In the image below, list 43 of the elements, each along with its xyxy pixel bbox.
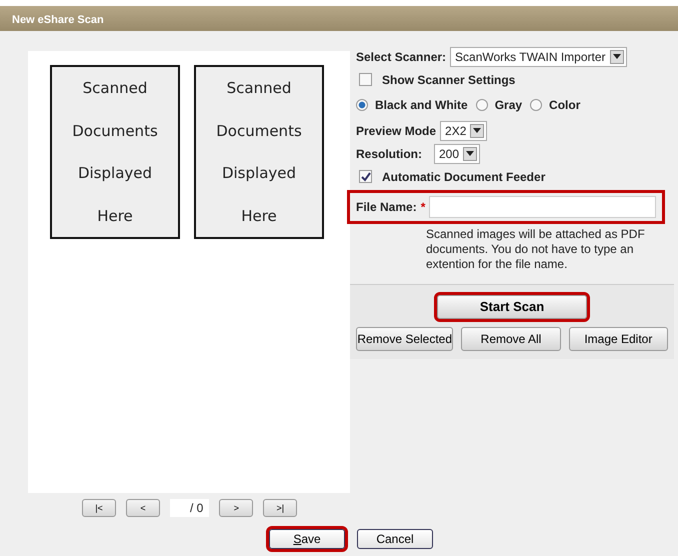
cancel-button[interactable]: Cancel bbox=[357, 529, 433, 549]
start-scan-button[interactable]: Start Scan bbox=[437, 295, 587, 319]
save-button[interactable]: Save bbox=[269, 529, 345, 549]
placeholder-text: Scanned bbox=[226, 78, 292, 99]
placeholder-text: Displayed bbox=[78, 163, 152, 184]
last-page-button[interactable]: >| bbox=[263, 499, 298, 517]
previous-page-button[interactable]: < bbox=[126, 499, 160, 517]
remove-selected-button[interactable]: Remove Selected bbox=[356, 327, 454, 351]
radio-label: Gray bbox=[494, 97, 522, 114]
window-title: New eShare Scan bbox=[0, 6, 678, 31]
first-page-button[interactable]: |< bbox=[82, 499, 116, 517]
radio-button[interactable] bbox=[530, 99, 542, 111]
radio-label: Color bbox=[549, 97, 580, 114]
preview-mode-select[interactable]: 2X2 bbox=[440, 120, 488, 140]
field-label: Resolution: bbox=[356, 146, 423, 162]
checkbox-label: Automatic Document Feeder bbox=[382, 168, 546, 186]
image-editor-button[interactable]: Image Editor bbox=[568, 327, 668, 351]
radio-button[interactable] bbox=[356, 99, 368, 111]
hint-text: Scanned images will be attached as PDF documents. You do not have to type an extention for the file name. bbox=[425, 226, 646, 272]
dropdown-icon bbox=[463, 146, 478, 160]
resolution-select[interactable]: 200 bbox=[434, 144, 480, 164]
remove-all-button[interactable]: Remove All bbox=[461, 327, 561, 351]
placeholder-text: Scanned bbox=[82, 78, 148, 99]
file-name-field[interactable] bbox=[429, 196, 656, 218]
next-page-button[interactable]: > bbox=[219, 499, 254, 517]
field-label: Select Scanner: bbox=[356, 48, 446, 66]
checkbox[interactable] bbox=[359, 73, 372, 86]
dropdown-icon bbox=[470, 124, 484, 138]
page-total: / 0 bbox=[188, 499, 210, 517]
checkbox[interactable] bbox=[359, 170, 372, 183]
checkbox-label: Show Scanner Settings bbox=[382, 72, 516, 88]
field-label: Preview Mode bbox=[356, 122, 436, 140]
scanner-select[interactable]: ScanWorks TWAIN Importer bbox=[450, 46, 627, 66]
radio-label: Black and White bbox=[375, 97, 468, 114]
required-mark: * bbox=[420, 199, 426, 216]
placeholder-text: Here bbox=[97, 206, 133, 226]
placeholder-text: Here bbox=[241, 206, 277, 226]
field-label: File Name: bbox=[356, 199, 417, 216]
dropdown-icon bbox=[610, 50, 624, 64]
radio-button[interactable] bbox=[476, 99, 488, 111]
placeholder-text: Documents bbox=[72, 120, 158, 142]
placeholder-text: Documents bbox=[216, 120, 302, 142]
placeholder-text: Displayed bbox=[222, 163, 296, 184]
